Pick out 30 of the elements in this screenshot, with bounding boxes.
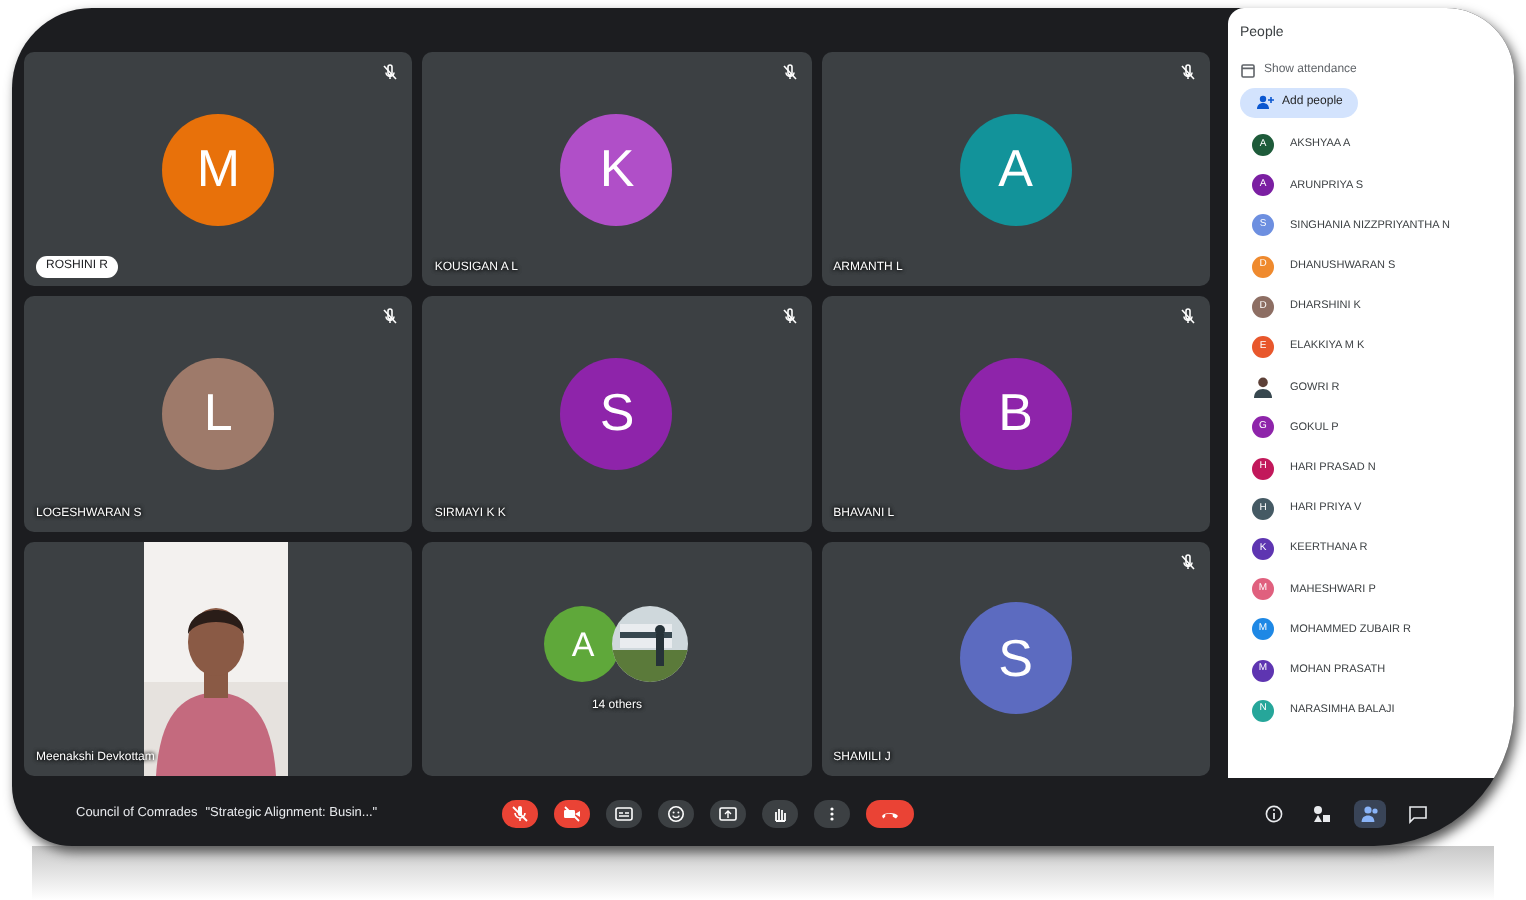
hand-icon	[769, 804, 790, 824]
avatar: L	[162, 357, 275, 470]
avatar: K	[560, 113, 673, 226]
chat-icon	[1408, 804, 1428, 824]
people-icon	[1360, 804, 1380, 824]
emoji-button[interactable]	[657, 800, 694, 828]
hand-button[interactable]	[761, 800, 798, 828]
end-button[interactable]	[865, 800, 914, 828]
add-person-icon	[1256, 94, 1274, 110]
avatar: B	[959, 357, 1072, 470]
avatar: S	[560, 357, 673, 470]
avatar: A	[544, 606, 621, 683]
person-icon	[1252, 376, 1274, 399]
avatar: A	[959, 113, 1072, 226]
mic-button[interactable]	[501, 800, 538, 828]
captions-button[interactable]	[605, 800, 642, 828]
calendar-icon	[1240, 62, 1256, 78]
present-button[interactable]	[709, 800, 746, 828]
camera-button[interactable]	[553, 800, 590, 828]
people-button[interactable]	[1354, 800, 1386, 828]
captions-icon	[613, 804, 634, 824]
microphone-icon	[509, 804, 530, 824]
emoji-icon	[665, 804, 686, 824]
present-icon	[717, 804, 738, 824]
camera-icon	[561, 804, 582, 824]
avatar: S	[959, 602, 1072, 715]
more-button[interactable]	[813, 800, 850, 828]
avatar: M	[162, 113, 275, 226]
info-icon	[1264, 804, 1284, 824]
shapes-icon	[1312, 804, 1332, 824]
